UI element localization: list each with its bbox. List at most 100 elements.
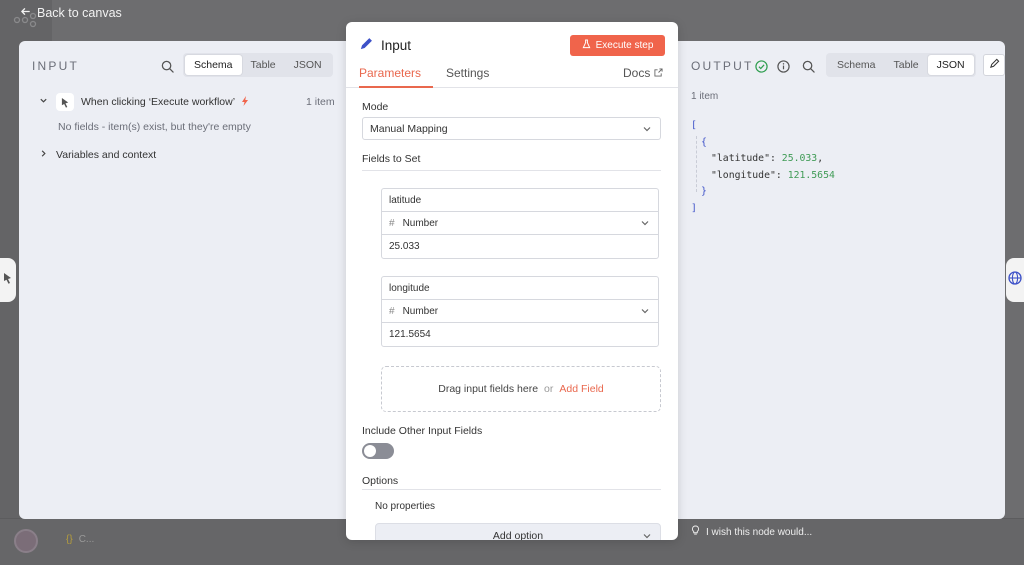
trigger-node-label: When clicking ‘Execute workflow’ bbox=[81, 96, 236, 108]
output-tab-json[interactable]: JSON bbox=[927, 55, 974, 75]
pencil-icon bbox=[989, 56, 1000, 74]
dropzone-or: or bbox=[544, 383, 554, 395]
field-type-value: Number bbox=[402, 217, 439, 229]
avatar[interactable] bbox=[14, 529, 38, 553]
canvas-node-chip[interactable]: {} C... bbox=[60, 528, 116, 550]
globe-icon bbox=[1008, 270, 1022, 290]
info-icon[interactable] bbox=[775, 58, 791, 74]
json-value-latitude: 25.033 bbox=[781, 153, 818, 164]
output-panel bbox=[678, 41, 1005, 519]
canvas-node-label: C... bbox=[78, 533, 95, 545]
input-tab-json[interactable]: JSON bbox=[285, 55, 331, 75]
field-value: 121.5654 bbox=[389, 329, 431, 340]
mode-label: Mode bbox=[362, 101, 389, 113]
variables-context-label: Variables and context bbox=[56, 149, 157, 161]
no-properties-text: No properties bbox=[375, 501, 436, 512]
tab-settings[interactable]: Settings bbox=[446, 66, 489, 80]
chevron-down-icon bbox=[642, 531, 652, 540]
dropzone-text: Drag input fields here bbox=[438, 383, 539, 395]
trigger-node-row[interactable]: When clicking ‘Execute workflow’ bbox=[39, 93, 249, 111]
add-option-select[interactable]: Add option bbox=[375, 523, 661, 540]
input-tab-table[interactable]: Table bbox=[242, 55, 285, 75]
variables-context-row[interactable]: Variables and context bbox=[39, 149, 156, 161]
node-title-label: Input bbox=[381, 37, 412, 53]
back-to-canvas-link[interactable]: Back to canvas bbox=[20, 6, 122, 20]
tab-parameters[interactable]: Parameters bbox=[359, 66, 421, 80]
output-item-count: 1 item bbox=[691, 91, 719, 102]
input-tab-schema[interactable]: Schema bbox=[185, 55, 242, 75]
output-tab-schema[interactable]: Schema bbox=[828, 55, 885, 75]
chevron-down-icon bbox=[642, 124, 652, 137]
field-dropzone[interactable]: Drag input fields here or Add Field bbox=[381, 366, 661, 412]
braces-icon: {} bbox=[66, 533, 73, 545]
mode-value: Manual Mapping bbox=[370, 122, 448, 135]
field-type-value: Number bbox=[402, 305, 439, 317]
include-other-fields-label: Include Other Input Fields bbox=[362, 425, 483, 437]
mode-select[interactable]: Manual Mapping bbox=[362, 117, 661, 140]
json-open-bracket: [ bbox=[691, 120, 697, 131]
input-view-switch: Schema Table JSON bbox=[183, 53, 333, 77]
field-type-select[interactable]: # Number bbox=[382, 300, 658, 323]
divider bbox=[362, 170, 661, 171]
node-title[interactable]: Input bbox=[359, 36, 411, 54]
input-panel-title: INPUT bbox=[32, 59, 79, 73]
include-other-fields-toggle[interactable] bbox=[362, 443, 394, 459]
field-name-input[interactable]: longitude bbox=[382, 277, 658, 300]
output-panel-title: OUTPUT bbox=[691, 59, 754, 73]
field-type-select[interactable]: # Number bbox=[382, 212, 658, 235]
json-close-bracket: ] bbox=[691, 202, 697, 214]
search-icon[interactable] bbox=[800, 58, 816, 74]
field-value: 25.033 bbox=[389, 241, 420, 252]
json-key-latitude: "latitude": bbox=[711, 153, 776, 164]
feedback-label: I wish this node would... bbox=[706, 526, 813, 538]
field-item-latitude: latitude # Number 25.033 bbox=[381, 188, 659, 259]
back-to-canvas-label: Back to canvas bbox=[37, 6, 122, 20]
field-value-input[interactable]: 121.5654 bbox=[382, 323, 658, 346]
empty-fields-message: No fields - item(s) exist, but they're e… bbox=[58, 121, 251, 133]
json-key-longitude: "longitude": bbox=[711, 169, 782, 181]
pointer-icon bbox=[56, 93, 74, 111]
field-name-value: latitude bbox=[389, 194, 422, 206]
chevron-down-icon bbox=[640, 306, 650, 319]
arrow-left-icon bbox=[20, 6, 31, 20]
search-icon[interactable] bbox=[159, 58, 175, 74]
execute-step-label: Execute step bbox=[595, 40, 654, 51]
lightning-icon bbox=[241, 95, 249, 109]
field-name-value: longitude bbox=[389, 282, 430, 294]
edit-output-button[interactable] bbox=[983, 54, 1005, 76]
pencil-icon bbox=[359, 36, 374, 54]
add-option-label: Add option bbox=[492, 530, 544, 540]
chevron-down-icon bbox=[640, 218, 650, 231]
number-type-icon: # bbox=[389, 217, 395, 229]
output-view-switch: Schema Table JSON bbox=[826, 53, 976, 77]
json-open-brace: { bbox=[701, 136, 707, 148]
chevron-down-icon bbox=[39, 96, 48, 108]
docs-link[interactable]: Docs bbox=[623, 66, 663, 80]
field-name-input[interactable]: latitude bbox=[382, 189, 658, 212]
next-node-handle[interactable] bbox=[1006, 258, 1024, 302]
trigger-item-count: 1 item bbox=[306, 96, 335, 108]
number-type-icon: # bbox=[389, 305, 395, 317]
field-value-input[interactable]: 25.033 bbox=[382, 235, 658, 258]
field-item-longitude: longitude # Number 121.5654 bbox=[381, 276, 659, 347]
node-parameters-panel: Input Execute step Parameters Settings D… bbox=[346, 22, 678, 540]
external-link-icon bbox=[654, 66, 663, 80]
options-label: Options bbox=[362, 475, 399, 487]
divider bbox=[362, 489, 661, 490]
fields-to-set-label: Fields to Set bbox=[362, 153, 421, 165]
json-value-longitude: 121.5654 bbox=[787, 169, 835, 181]
execute-step-button[interactable]: Execute step bbox=[570, 35, 665, 56]
lightbulb-icon bbox=[691, 525, 700, 539]
previous-node-handle[interactable] bbox=[0, 258, 16, 302]
json-output: [ { "latitude": 25.033, "longitude": 121… bbox=[691, 120, 835, 214]
feedback-link[interactable]: I wish this node would... bbox=[691, 525, 812, 539]
docs-label: Docs bbox=[623, 66, 651, 80]
add-field-button[interactable]: Add Field bbox=[559, 383, 603, 395]
node-header: Input Execute step Parameters Settings D… bbox=[346, 22, 678, 88]
json-close-brace: } bbox=[701, 186, 707, 197]
active-tab-indicator bbox=[359, 86, 433, 88]
output-tab-table[interactable]: Table bbox=[885, 55, 928, 75]
input-panel bbox=[19, 41, 346, 519]
cursor-icon bbox=[3, 271, 13, 289]
success-check-icon bbox=[753, 58, 769, 74]
